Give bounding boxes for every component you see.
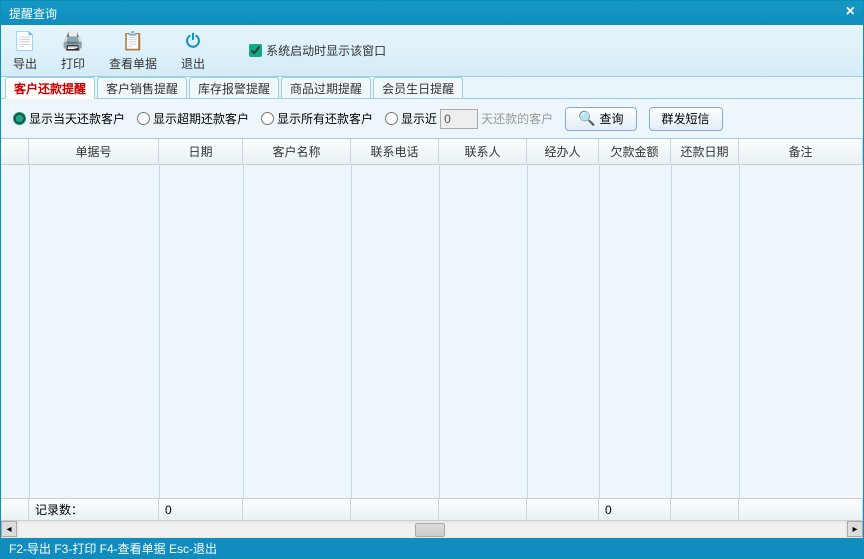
tab-customer-sale[interactable]: 客户销售提醒	[97, 77, 187, 98]
col-remark[interactable]: 备注	[739, 139, 863, 164]
filter-bar: 显示当天还款客户 显示超期还款客户 显示所有还款客户 显示近 天还款的客户 🔍查…	[1, 99, 863, 139]
col-amount[interactable]: 欠款金额	[599, 139, 671, 164]
summary-row: 记录数： 0 0	[1, 498, 863, 520]
col-handler[interactable]: 经办人	[527, 139, 599, 164]
export-icon: 📄	[13, 29, 37, 53]
record-count-label: 记录数：	[29, 499, 159, 520]
amount-total: 0	[599, 499, 671, 520]
col-customer[interactable]: 客户名称	[243, 139, 351, 164]
status-bar: F2-导出 F3-打印 F4-查看单据 Esc-退出	[1, 538, 863, 558]
horizontal-scrollbar[interactable]: ◂ ▸	[1, 520, 863, 538]
tab-product-expire[interactable]: 商品过期提醒	[281, 77, 371, 98]
col-contact[interactable]: 联系人	[439, 139, 527, 164]
scroll-left-arrow[interactable]: ◂	[1, 521, 17, 537]
startup-checkbox[interactable]	[249, 44, 262, 57]
document-icon: 📋	[121, 29, 145, 53]
tab-stock-alarm[interactable]: 库存报警提醒	[189, 77, 279, 98]
scroll-thumb[interactable]	[415, 523, 445, 537]
col-phone[interactable]: 联系电话	[351, 139, 439, 164]
close-icon[interactable]: ×	[846, 3, 855, 21]
exit-button[interactable]: ⏻ 退出	[181, 29, 205, 72]
toolbar: 📄 导出 🖨️ 打印 📋 查看单据 ⏻ 退出 系统启动时显示该窗口	[1, 25, 863, 77]
title-bar: 提醒查询 ×	[1, 1, 863, 25]
tab-customer-repay[interactable]: 客户还款提醒	[5, 77, 95, 99]
window-title: 提醒查询	[9, 5, 57, 22]
days-input[interactable]	[440, 109, 478, 129]
power-icon: ⏻	[181, 29, 205, 53]
filter-all[interactable]: 显示所有还款客户	[261, 110, 373, 127]
col-repaydate[interactable]: 还款日期	[671, 139, 739, 164]
query-button[interactable]: 🔍查询	[565, 107, 636, 131]
table-header: 单据号 日期 客户名称 联系电话 联系人 经办人 欠款金额 还款日期 备注	[1, 139, 863, 165]
tabs: 客户还款提醒 客户销售提醒 库存报警提醒 商品过期提醒 会员生日提醒	[1, 77, 863, 99]
scroll-right-arrow[interactable]: ▸	[847, 521, 863, 537]
filter-recent[interactable]: 显示近 天还款的客户	[385, 109, 553, 129]
col-selector	[1, 139, 29, 164]
record-count: 0	[159, 499, 243, 520]
export-button[interactable]: 📄 导出	[13, 29, 37, 72]
filter-overdue[interactable]: 显示超期还款客户	[137, 110, 249, 127]
search-icon: 🔍	[578, 110, 595, 127]
table-body	[1, 165, 863, 498]
tab-member-birthday[interactable]: 会员生日提醒	[373, 77, 463, 98]
filter-today[interactable]: 显示当天还款客户	[13, 110, 125, 127]
startup-checkbox-label[interactable]: 系统启动时显示该窗口	[249, 42, 386, 59]
col-date[interactable]: 日期	[159, 139, 243, 164]
print-icon: 🖨️	[61, 29, 85, 53]
table: 单据号 日期 客户名称 联系电话 联系人 经办人 欠款金额 还款日期 备注 记录…	[1, 139, 863, 538]
col-docno[interactable]: 单据号	[29, 139, 159, 164]
sms-button[interactable]: 群发短信	[649, 107, 723, 131]
print-button[interactable]: 🖨️ 打印	[61, 29, 85, 72]
view-doc-button[interactable]: 📋 查看单据	[109, 29, 157, 72]
